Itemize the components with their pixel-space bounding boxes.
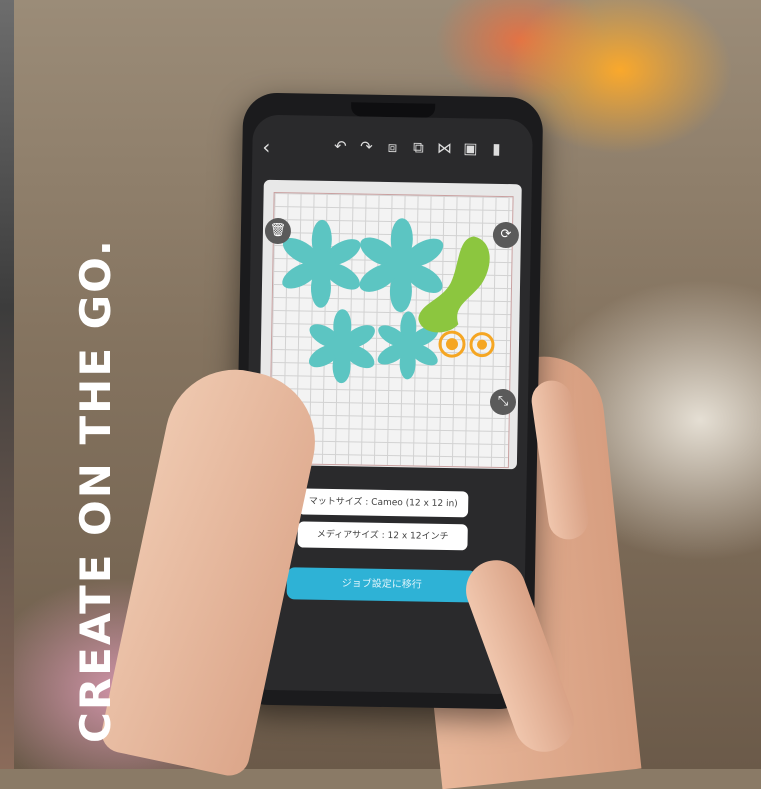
undo-icon[interactable]: ↶: [330, 136, 350, 156]
rotate-handle-icon[interactable]: ⟳: [492, 221, 520, 249]
redo-icon[interactable]: ↷: [356, 136, 376, 156]
proceed-to-job-settings-button[interactable]: ジョブ設定に移行: [286, 567, 478, 603]
flip-icon[interactable]: ⋈: [434, 138, 454, 158]
save-icon[interactable]: ▮: [486, 139, 506, 159]
media-size-selector[interactable]: メディアサイズ : 12 x 12インチ: [297, 521, 468, 551]
resize-handle-icon[interactable]: ⤡: [489, 388, 517, 416]
left-edge-strip: [0, 0, 14, 769]
phone-notch: [350, 102, 436, 118]
ungroup-icon[interactable]: ⧉: [408, 137, 428, 157]
group-icon[interactable]: ⧈: [382, 137, 402, 157]
teal-flower-shapes: [282, 218, 444, 384]
tagline: CREATE ON THE GO.: [71, 238, 120, 743]
mat-size-selector[interactable]: マットサイズ : Cameo (12 x 12 in): [298, 488, 469, 518]
replicate-icon[interactable]: ▣: [460, 138, 480, 158]
flower-shape-2: [359, 218, 444, 313]
flower-shape-3: [308, 309, 375, 384]
chevron-left-icon[interactable]: ‹: [262, 135, 270, 159]
toolbar: ‹ ↶ ↷ ⧈ ⧉ ⋈ ▣ ▮: [252, 133, 532, 168]
